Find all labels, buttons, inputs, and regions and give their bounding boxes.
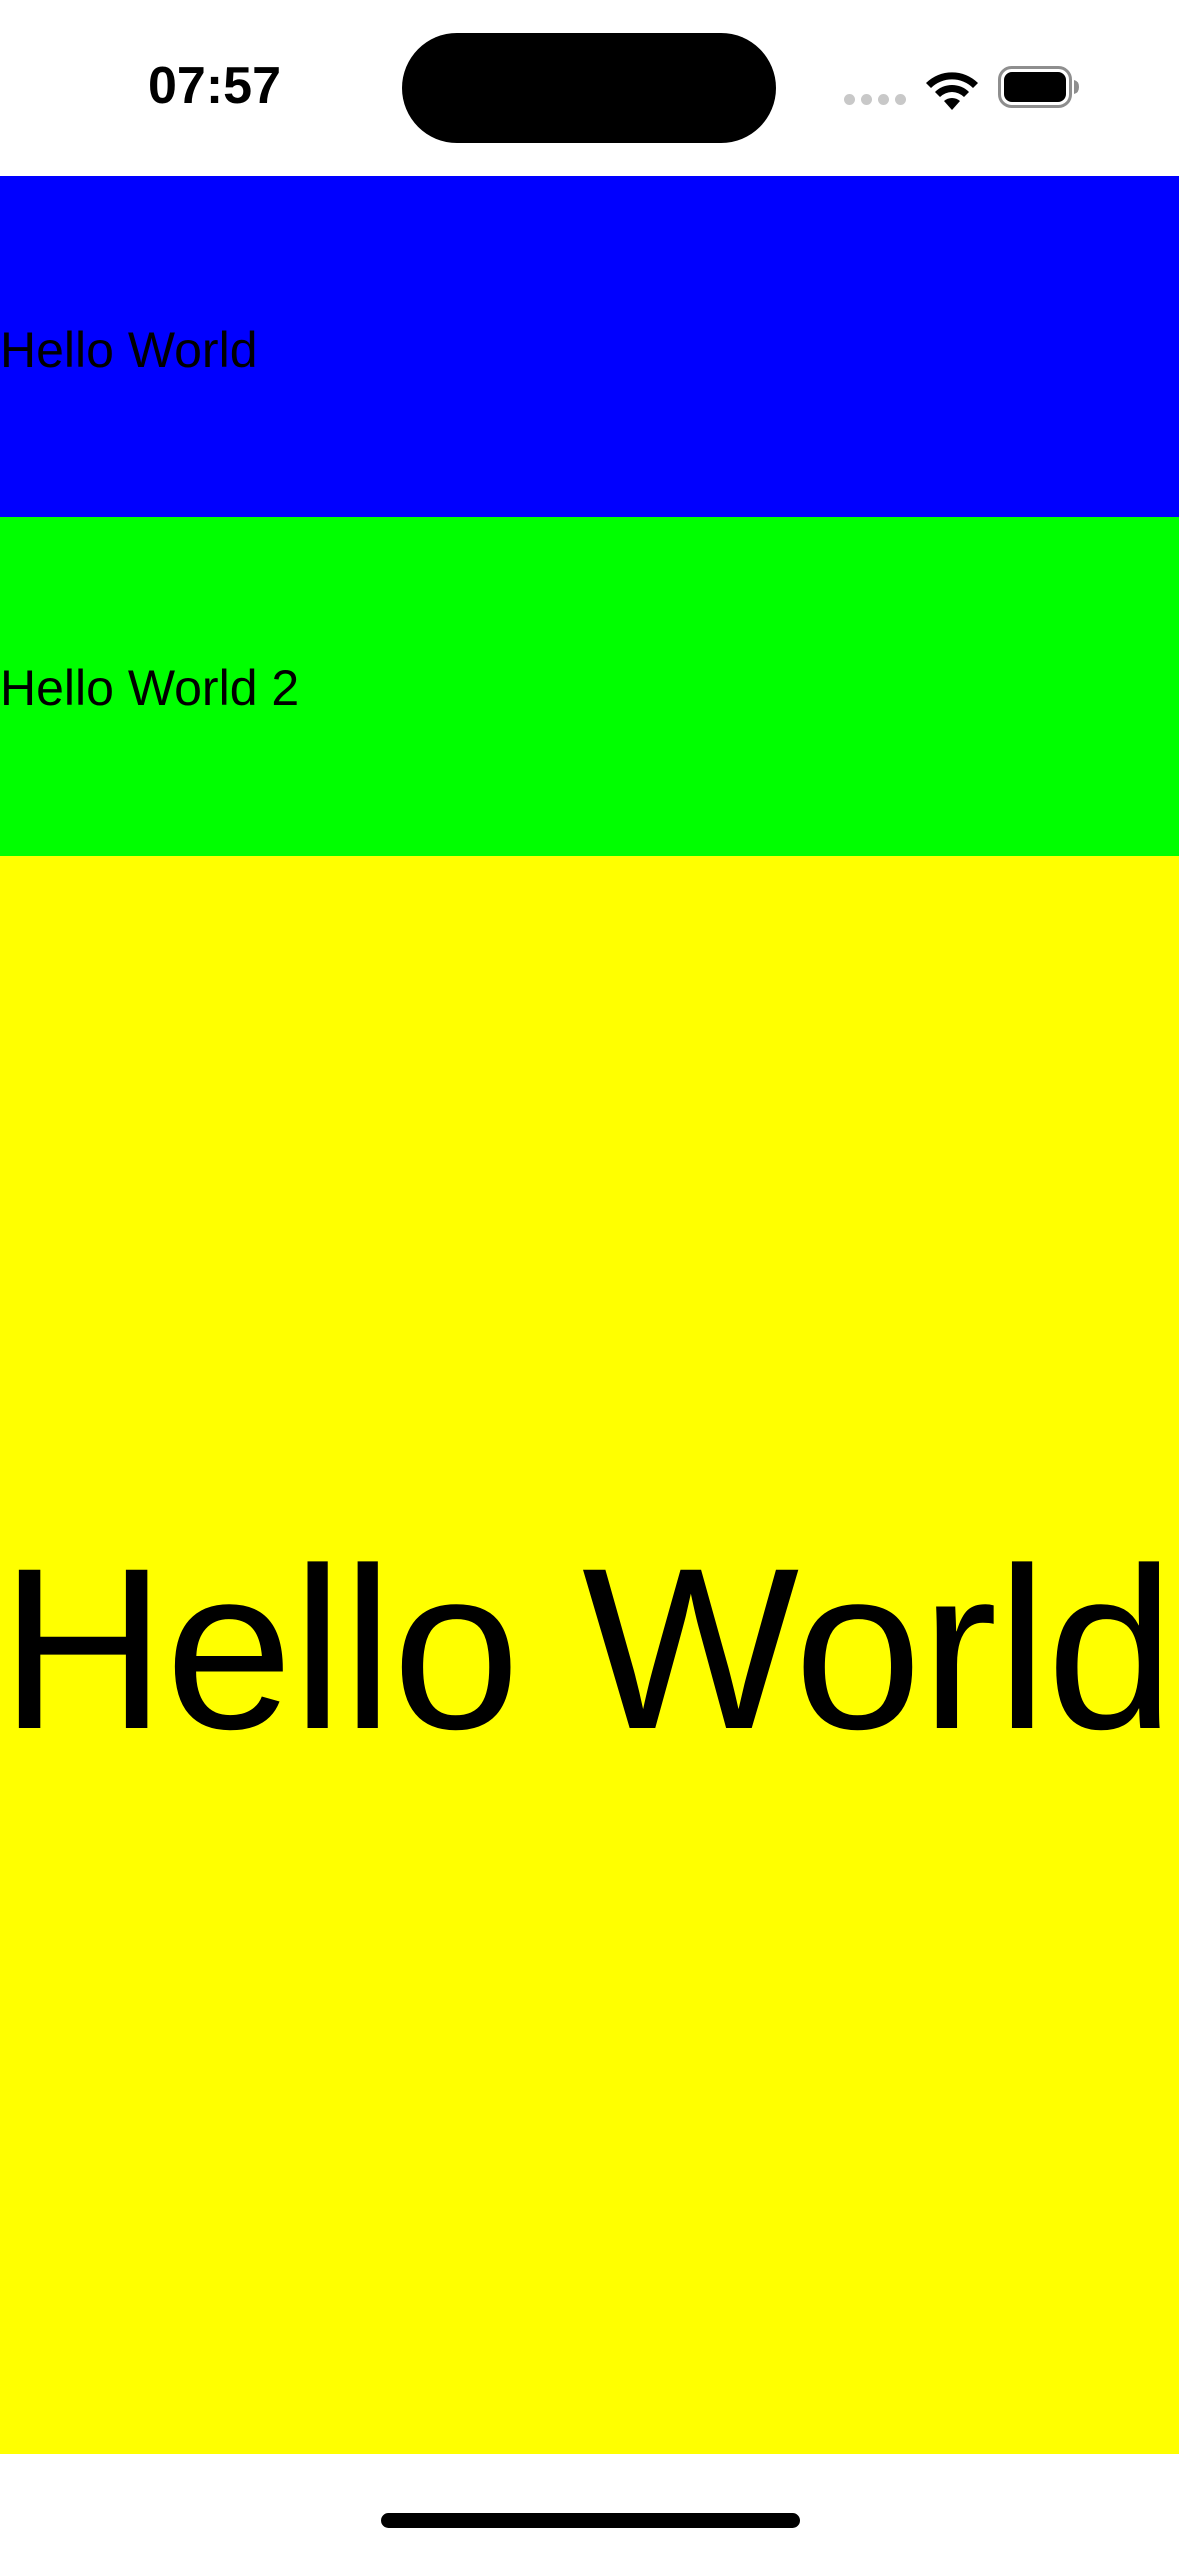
blue-block-label: Hello World [0, 322, 258, 378]
green-block-label: Hello World 2 [0, 660, 300, 716]
app-screen: 07:57 Hello World Hello World 2 Hello Wo… [0, 0, 1179, 2556]
yellow-block: Hello World [0, 856, 1179, 2454]
status-time: 07:57 [148, 57, 281, 115]
yellow-block-label: Hello World [0, 1520, 1174, 1777]
cellular-signal-icon [844, 94, 906, 110]
battery-icon [998, 66, 1079, 108]
blue-block: Hello World [0, 176, 1179, 517]
wifi-icon [926, 72, 978, 110]
home-indicator[interactable] [381, 2513, 800, 2528]
dynamic-island [402, 33, 776, 143]
status-bar: 07:57 [0, 0, 1179, 176]
green-block: Hello World 2 [0, 517, 1179, 856]
